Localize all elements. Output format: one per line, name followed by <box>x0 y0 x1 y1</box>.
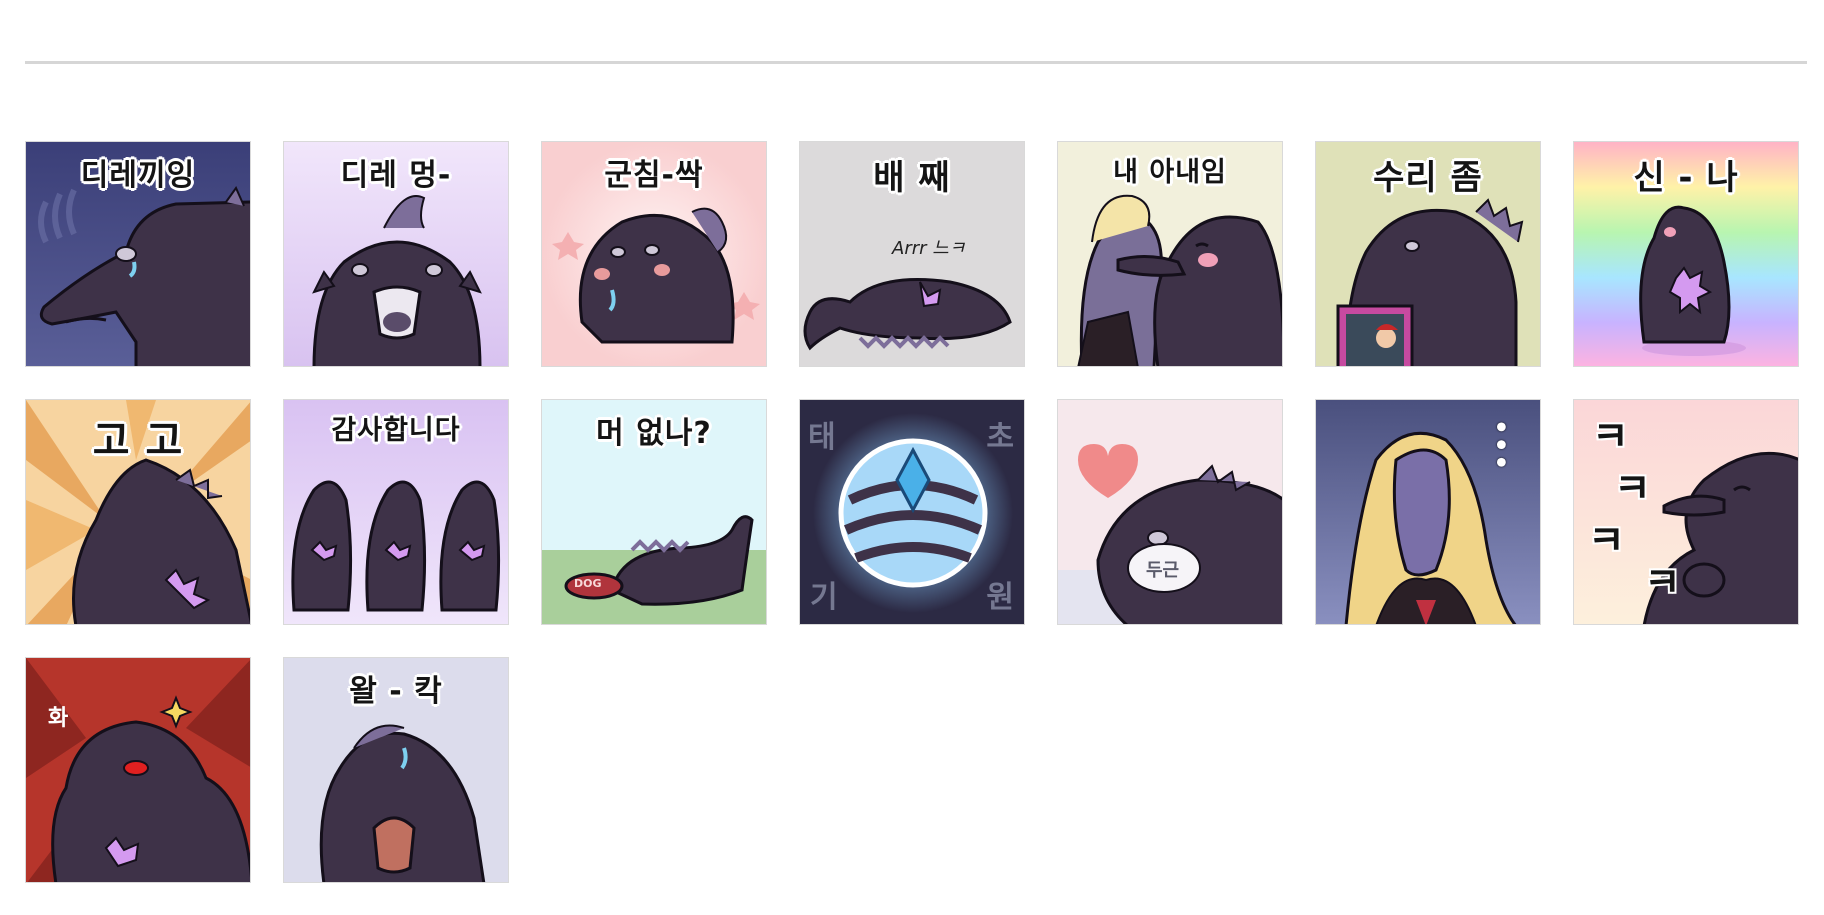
sticker-5[interactable]: 내 아내임 <box>1057 141 1283 367</box>
sticker-4-caption: 배 째 <box>873 158 951 198</box>
laugh-4: ㅋ <box>1644 560 1681 606</box>
ellipsis-dots: ••• <box>1482 418 1522 471</box>
laugh-3: ㅋ <box>1588 518 1625 564</box>
sticker-9[interactable]: 감사합니다 <box>283 399 509 625</box>
corner-bottom-right: 원 <box>986 580 1014 615</box>
sticker-12[interactable]: 두근 <box>1057 399 1283 625</box>
sticker-15[interactable]: 화 <box>25 657 251 883</box>
sticker-7-caption: 신 - 나 <box>1633 158 1739 198</box>
sticker-6-caption: 수리 좀 <box>1373 158 1483 198</box>
laugh-1: ㅋ <box>1592 414 1629 460</box>
corner-top-right: 초 <box>986 420 1014 455</box>
sticker-4-note: Arrr 느ㅋ <box>892 238 966 259</box>
dog-bowl-label: DOG <box>574 577 602 590</box>
sticker-1-caption: 디레끼잉 <box>80 158 196 193</box>
sticker-5-caption: 내 아내임 <box>1113 157 1227 188</box>
sticker-9-caption: 감사합니다 <box>331 415 461 446</box>
anger-mark: 화 <box>48 706 69 731</box>
sticker-8[interactable]: 고 고 <box>25 399 251 625</box>
corner-top-left: 태 <box>808 420 836 455</box>
laugh-2: ㅋ <box>1614 466 1651 512</box>
sticker-16[interactable]: 왈 - 칵 <box>283 657 509 883</box>
sticker-7[interactable]: 신 - 나 <box>1573 141 1799 367</box>
sticker-13[interactable]: ••• <box>1315 399 1541 625</box>
sticker-8-caption: 고 고 <box>92 418 184 464</box>
sticker-10[interactable]: 머 없나? DOG <box>541 399 767 625</box>
heartbeat-text: 두근 <box>1146 560 1180 581</box>
sticker-4[interactable]: 배 째 Arrr 느ㅋ <box>799 141 1025 367</box>
sticker-3[interactable]: 군침-싹 <box>541 141 767 367</box>
sticker-3-caption: 군침-싹 <box>604 158 704 193</box>
top-divider <box>25 61 1807 64</box>
sticker-15-art <box>26 658 250 882</box>
sticker-14[interactable]: ㅋ ㅋ ㅋ ㅋ <box>1573 399 1799 625</box>
sticker-11[interactable]: 태 초 기 원 <box>799 399 1025 625</box>
corner-bottom-left: 기 <box>810 580 838 615</box>
sticker-2[interactable]: 디레 멍- <box>283 141 509 367</box>
sticker-12-art <box>1058 400 1282 624</box>
sticker-grid: 디레끼잉 디레 멍- 군침-싹 배 째 Arrr 느ㅋ 내 아내임 수리 좀 신… <box>25 141 1799 883</box>
sticker-2-caption: 디레 멍- <box>340 158 452 193</box>
sticker-6[interactable]: 수리 좀 <box>1315 141 1541 367</box>
sticker-16-caption: 왈 - 칵 <box>349 674 443 709</box>
sticker-10-caption: 머 없나? <box>596 416 712 451</box>
sticker-1[interactable]: 디레끼잉 <box>25 141 251 367</box>
